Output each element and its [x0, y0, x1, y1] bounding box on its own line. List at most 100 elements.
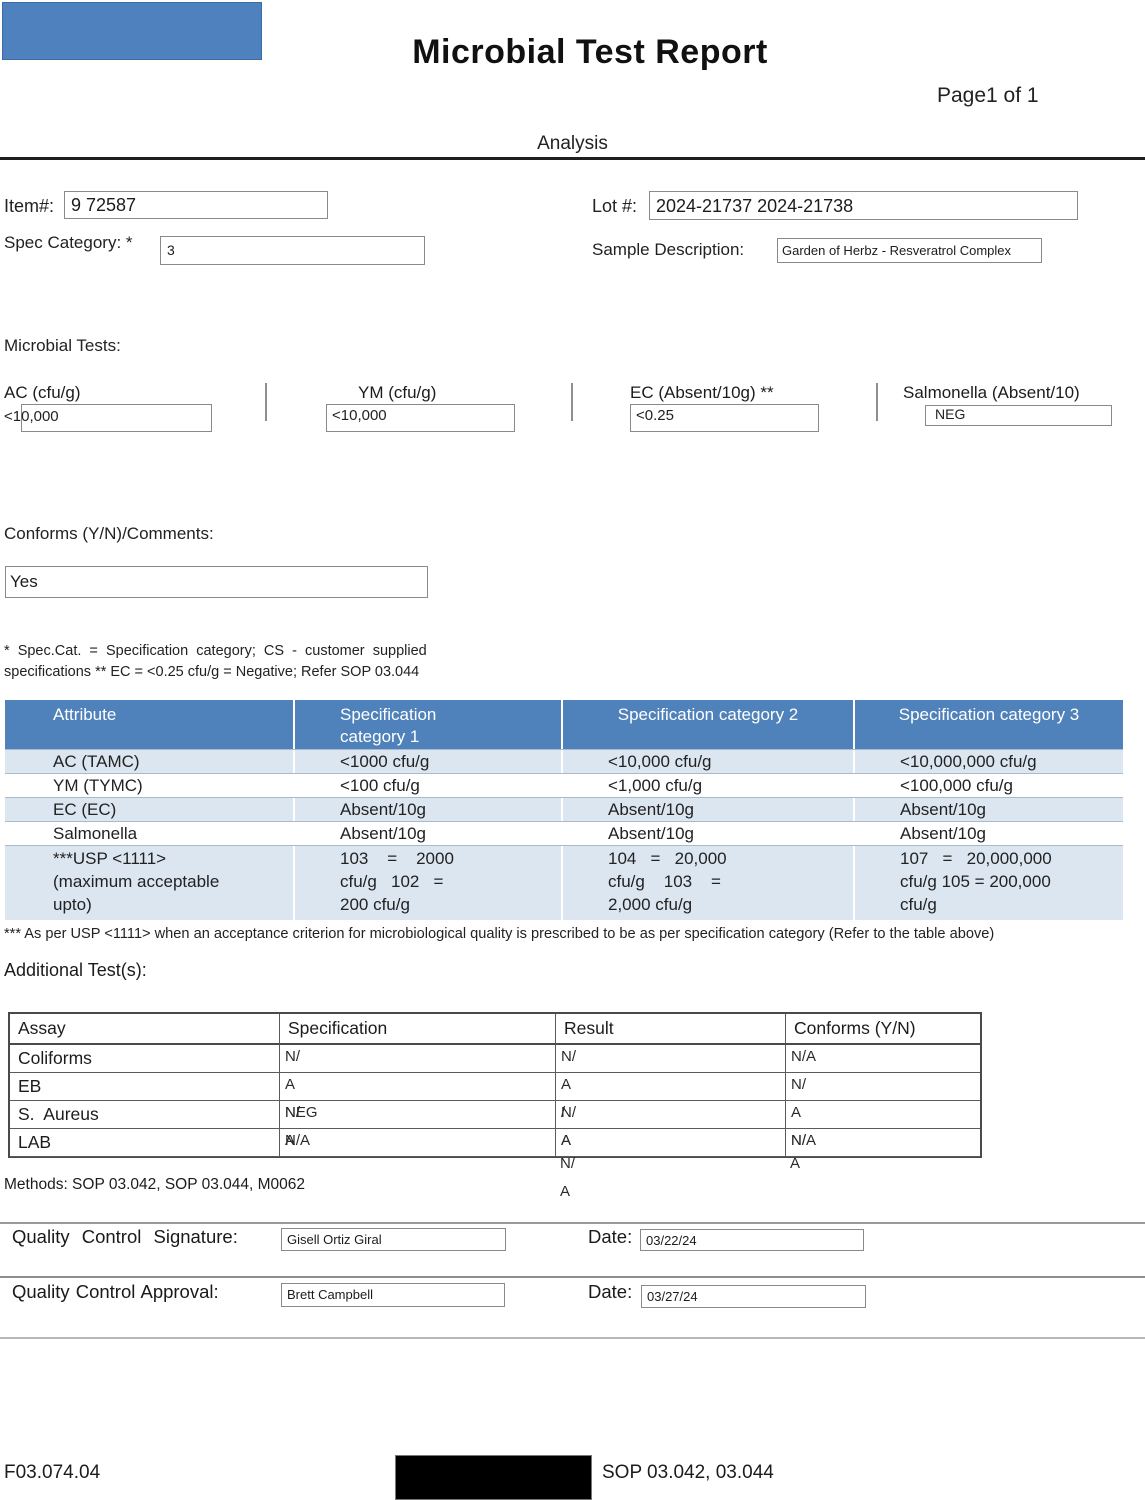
- lot-value: 2024-21737 2024-21738: [650, 192, 1077, 220]
- qc-signature-date-field[interactable]: 03/22/24: [640, 1229, 864, 1251]
- additional-table-row: LAB N/AA AA N/AN/: [10, 1129, 980, 1157]
- specification-cell: N/: [280, 1045, 556, 1073]
- conforms-cell: N/: [786, 1073, 980, 1101]
- item-value: 9 72587: [65, 192, 327, 219]
- salmonella-result-value: NEG: [935, 406, 965, 422]
- spec-category-field[interactable]: 3: [160, 236, 425, 265]
- page-number: Page1 of 1: [937, 84, 1039, 108]
- cat1-cell: <1000 cfu/g: [295, 750, 563, 773]
- cat3-cell: Absent/10g: [855, 822, 1123, 845]
- sample-description-label: Sample Description:: [592, 240, 744, 260]
- attribute-cell: ***USP <1111> (maximum acceptable upto): [5, 846, 295, 920]
- specification-text: N/: [285, 1048, 300, 1065]
- item-label: Item#:: [4, 196, 54, 217]
- conforms-text: N/A: [791, 1048, 816, 1065]
- conforms-cell: N/A: [786, 1045, 980, 1073]
- specification-cell: NEGN/: [280, 1101, 556, 1129]
- assay-cell: S. Aureus: [10, 1101, 280, 1129]
- cat2-cell: <1,000 cfu/g: [563, 774, 855, 797]
- result-cell: A: [556, 1073, 786, 1101]
- qc-signature-label: Quality Control Signature:: [12, 1226, 238, 1248]
- report-page: Microbial Test Report Page1 of 1 Analysi…: [0, 0, 1145, 1500]
- qc-approval-field[interactable]: Brett Campbell: [281, 1283, 505, 1307]
- methods-note: Methods: SOP 03.042, SOP 03.044, M0062: [4, 1176, 305, 1194]
- result-text: N/: [561, 1048, 576, 1065]
- redaction-box: [395, 1455, 592, 1500]
- additional-table-body: Coliforms N/ N/ N/A EB A A N/ S. Aureus …: [10, 1045, 980, 1157]
- signature-divider: [0, 1337, 1145, 1339]
- assay-cell: EB: [10, 1073, 280, 1101]
- spec-table-row-usp: ***USP <1111> (maximum acceptable upto) …: [5, 845, 1123, 920]
- page-title: Microbial Test Report: [0, 33, 1145, 72]
- spec-category-footnote: * Spec.Cat. = Specification category; CS…: [4, 641, 520, 683]
- specification-overlay-text: A: [285, 1131, 295, 1150]
- footer-form-number: F03.074.04: [4, 1462, 100, 1484]
- result-cell: AA: [556, 1129, 786, 1157]
- ym-result-value: <10,000: [332, 407, 387, 424]
- cat2-cell: Absent/10g: [563, 822, 855, 845]
- column-divider: [571, 383, 573, 421]
- signature-divider: [0, 1276, 1145, 1278]
- table-overflow-text: N/: [560, 1155, 575, 1172]
- cat2-cell: <10,000 cfu/g: [563, 750, 855, 773]
- assay-cell: Coliforms: [10, 1045, 280, 1073]
- result-overlay-text: /: [561, 1103, 565, 1122]
- additional-tests-table: Assay Specification Result Conforms (Y/N…: [8, 1012, 982, 1158]
- sample-description-field[interactable]: Garden of Herbz - Resveratrol Complex: [777, 238, 1042, 263]
- spec-category-label: Spec Category: *: [4, 233, 133, 253]
- spec-table-header-cat3: Specification category 3: [855, 700, 1123, 749]
- attribute-cell: AC (TAMC): [5, 750, 295, 773]
- test-label-ac: AC (cfu/g): [4, 383, 81, 403]
- conforms-field[interactable]: Yes: [5, 566, 428, 598]
- test-label-ym: YM (cfu/g): [358, 383, 436, 403]
- spec-table-row: Salmonella Absent/10g Absent/10g Absent/…: [5, 821, 1123, 845]
- qc-signature-field[interactable]: Gisell Ortiz Giral: [281, 1228, 506, 1251]
- table-overflow-text: A: [560, 1183, 570, 1200]
- result-text: A: [561, 1076, 571, 1093]
- spec-table-header-row: Attribute Specification category 1 Speci…: [5, 700, 1123, 749]
- specification-text: A: [285, 1076, 295, 1093]
- footer-sop-reference: SOP 03.042, 03.044: [602, 1462, 774, 1484]
- qc-signature-date-value: 03/22/24: [641, 1230, 863, 1251]
- lot-field[interactable]: 2024-21737 2024-21738: [649, 191, 1078, 220]
- qc-approval-date-label: Date:: [588, 1281, 632, 1303]
- qc-approval-date-value: 03/27/24: [642, 1286, 865, 1307]
- conforms-text: A: [791, 1104, 801, 1121]
- sample-description-value: Garden of Herbz - Resveratrol Complex: [778, 239, 1041, 262]
- ac-result-value: <10,000: [4, 408, 59, 425]
- spec-table-row: YM (TYMC) <100 cfu/g <1,000 cfu/g <100,0…: [5, 773, 1123, 797]
- conforms-value: Yes: [6, 567, 427, 597]
- result-cell: N/: [556, 1045, 786, 1073]
- conforms-text: N/: [791, 1076, 806, 1093]
- specification-cell: N/AA: [280, 1129, 556, 1157]
- conforms-overlay-text: N/: [791, 1131, 806, 1150]
- cat1-cell: 103 = 2000 cfu/g 102 = 200 cfu/g: [295, 846, 563, 920]
- signature-divider: [0, 1222, 1145, 1224]
- microbial-tests-heading: Microbial Tests:: [4, 336, 121, 356]
- additional-table-row: S. Aureus NEGN/ N// A: [10, 1101, 980, 1129]
- qc-approval-date-field[interactable]: 03/27/24: [641, 1285, 866, 1308]
- specification-table: Attribute Specification category 1 Speci…: [5, 700, 1123, 920]
- spec-table-row: AC (TAMC) <1000 cfu/g <10,000 cfu/g <10,…: [5, 749, 1123, 773]
- attribute-cell: Salmonella: [5, 822, 295, 845]
- item-field[interactable]: 9 72587: [64, 191, 328, 219]
- cat3-cell: <10,000,000 cfu/g: [855, 750, 1123, 773]
- header-specification: Specification: [280, 1014, 556, 1045]
- test-label-ec: EC (Absent/10g) **: [630, 383, 774, 403]
- spec-table-header-cat1: Specification category 1: [295, 700, 563, 749]
- column-divider: [876, 383, 878, 421]
- cat2-cell: 104 = 20,000 cfu/g 103 = 2,000 cfu/g: [563, 846, 855, 920]
- conforms-cell: A: [786, 1101, 980, 1129]
- cat3-cell: 107 = 20,000,000 cfu/g 105 = 200,000 cfu…: [855, 846, 1123, 920]
- analysis-divider: [0, 157, 1145, 160]
- spec-table-body: AC (TAMC) <1000 cfu/g <10,000 cfu/g <10,…: [5, 749, 1123, 920]
- qc-signature-date-label: Date:: [588, 1226, 632, 1248]
- spec-table-row: EC (EC) Absent/10g Absent/10g Absent/10g: [5, 797, 1123, 821]
- cat1-cell: Absent/10g: [295, 798, 563, 821]
- cat1-cell: Absent/10g: [295, 822, 563, 845]
- usp-footnote: *** As per USP <1111> when an acceptance…: [4, 926, 1139, 942]
- attribute-cell: EC (EC): [5, 798, 295, 821]
- column-divider: [265, 383, 267, 421]
- specification-cell: A: [280, 1073, 556, 1101]
- cat2-cell: Absent/10g: [563, 798, 855, 821]
